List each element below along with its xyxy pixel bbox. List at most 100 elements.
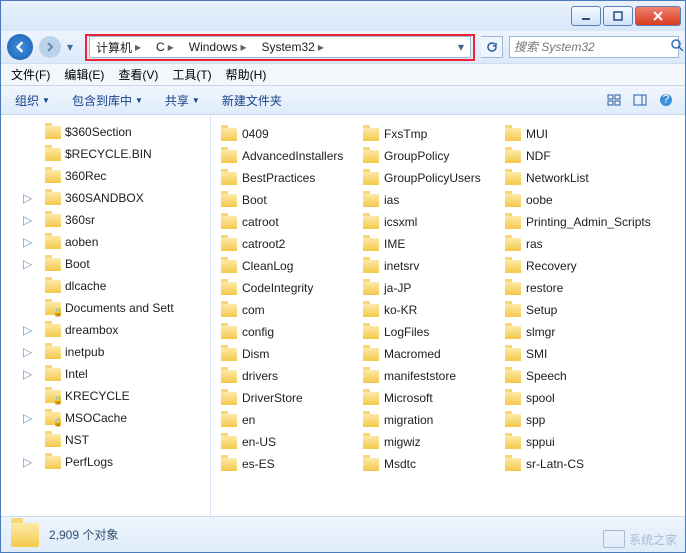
file-item[interactable]: Speech xyxy=(499,365,641,387)
tree-item[interactable]: ▷PerfLogs xyxy=(1,451,210,473)
file-item[interactable]: icsxml xyxy=(357,211,499,233)
tree-item[interactable]: $RECYCLE.BIN xyxy=(1,143,210,165)
file-item[interactable]: en xyxy=(215,409,357,431)
file-item[interactable]: LogFiles xyxy=(357,321,499,343)
menu-view[interactable]: 查看(V) xyxy=(112,64,164,85)
tree-item[interactable]: ▷360SANDBOX xyxy=(1,187,210,209)
file-item[interactable]: oobe xyxy=(499,189,641,211)
menu-tools[interactable]: 工具(T) xyxy=(166,64,217,85)
file-item[interactable]: catroot2 xyxy=(215,233,357,255)
back-button[interactable] xyxy=(7,34,33,60)
file-item[interactable]: Microsoft xyxy=(357,387,499,409)
share-button[interactable]: 共享 ▼ xyxy=(157,89,208,112)
expand-icon[interactable]: ▷ xyxy=(23,411,35,425)
forward-button[interactable] xyxy=(39,36,61,58)
file-item[interactable]: 0409 xyxy=(215,123,357,145)
file-item[interactable]: AdvancedInstallers xyxy=(215,145,357,167)
file-item[interactable]: DriverStore xyxy=(215,387,357,409)
organize-button[interactable]: 组织 ▼ xyxy=(7,89,58,112)
file-item[interactable]: migration xyxy=(357,409,499,431)
tree-item[interactable]: ▷inetpub xyxy=(1,341,210,363)
file-item[interactable]: NDF xyxy=(499,145,641,167)
search-icon[interactable] xyxy=(671,39,684,55)
file-item[interactable]: BestPractices xyxy=(215,167,357,189)
file-list[interactable]: 0409AdvancedInstallersBestPracticesBootc… xyxy=(211,115,685,516)
file-item[interactable]: inetsrv xyxy=(357,255,499,277)
crumb-system32[interactable]: System32▸ xyxy=(255,37,332,57)
tree-item[interactable]: 360Rec xyxy=(1,165,210,187)
file-item[interactable]: manifeststore xyxy=(357,365,499,387)
file-item[interactable]: Macromed xyxy=(357,343,499,365)
file-item[interactable]: slmgr xyxy=(499,321,641,343)
file-item[interactable]: restore xyxy=(499,277,641,299)
expand-icon[interactable]: ▷ xyxy=(23,235,35,249)
file-item[interactable]: drivers xyxy=(215,365,357,387)
close-button[interactable] xyxy=(635,6,681,26)
file-item[interactable]: ja-JP xyxy=(357,277,499,299)
crumb-computer[interactable]: 计算机▸ xyxy=(90,37,150,57)
file-item[interactable]: catroot xyxy=(215,211,357,233)
tree-item[interactable]: dlcache xyxy=(1,275,210,297)
file-item[interactable]: en-US xyxy=(215,431,357,453)
expand-icon[interactable]: ▷ xyxy=(23,213,35,227)
tree-item[interactable]: ▷360sr xyxy=(1,209,210,231)
minimize-button[interactable] xyxy=(571,6,601,26)
tree-item[interactable]: ▷Intel xyxy=(1,363,210,385)
expand-icon[interactable]: ▷ xyxy=(23,191,35,205)
crumb-c[interactable]: C▸ xyxy=(150,37,183,57)
tree-item[interactable]: Documents and Sett xyxy=(1,297,210,319)
file-item[interactable]: CleanLog xyxy=(215,255,357,277)
file-item[interactable]: Setup xyxy=(499,299,641,321)
file-item[interactable]: sppui xyxy=(499,431,641,453)
file-item[interactable]: sr-Latn-CS xyxy=(499,453,641,475)
address-bar[interactable]: 计算机▸ C▸ Windows▸ System32▸ ▾ xyxy=(89,36,471,58)
file-item[interactable]: GroupPolicy xyxy=(357,145,499,167)
view-options-button[interactable] xyxy=(601,89,627,111)
file-item[interactable]: Dism xyxy=(215,343,357,365)
tree-item[interactable]: ▷MSOCache xyxy=(1,407,210,429)
tree-item[interactable]: ▷aoben xyxy=(1,231,210,253)
file-item[interactable]: SMI xyxy=(499,343,641,365)
tree-item[interactable]: NST xyxy=(1,429,210,451)
file-item[interactable]: IME xyxy=(357,233,499,255)
crumb-windows[interactable]: Windows▸ xyxy=(183,37,256,57)
tree-item[interactable]: KRECYCLE xyxy=(1,385,210,407)
file-item[interactable]: es-ES xyxy=(215,453,357,475)
refresh-button[interactable] xyxy=(481,36,503,58)
tree-item[interactable]: ▷Boot xyxy=(1,253,210,275)
address-dropdown[interactable]: ▾ xyxy=(452,40,470,54)
file-item[interactable]: com xyxy=(215,299,357,321)
file-item[interactable]: Recovery xyxy=(499,255,641,277)
file-item[interactable]: ias xyxy=(357,189,499,211)
menu-file[interactable]: 文件(F) xyxy=(5,64,56,85)
menu-help[interactable]: 帮助(H) xyxy=(220,64,273,85)
expand-icon[interactable]: ▷ xyxy=(23,323,35,337)
newfolder-button[interactable]: 新建文件夹 xyxy=(214,89,290,112)
search-box[interactable] xyxy=(509,36,679,58)
preview-pane-button[interactable] xyxy=(627,89,653,111)
expand-icon[interactable]: ▷ xyxy=(23,367,35,381)
include-button[interactable]: 包含到库中 ▼ xyxy=(64,89,151,112)
file-item[interactable]: migwiz xyxy=(357,431,499,453)
file-item[interactable]: MUI xyxy=(499,123,641,145)
tree-item[interactable]: $360Section xyxy=(1,121,210,143)
file-item[interactable]: FxsTmp xyxy=(357,123,499,145)
history-dropdown[interactable]: ▾ xyxy=(67,40,79,54)
file-item[interactable]: spp xyxy=(499,409,641,431)
tree-item[interactable]: ▷dreambox xyxy=(1,319,210,341)
file-item[interactable]: Boot xyxy=(215,189,357,211)
search-input[interactable] xyxy=(514,40,671,54)
file-item[interactable]: ras xyxy=(499,233,641,255)
file-item[interactable]: config xyxy=(215,321,357,343)
folder-tree[interactable]: $360Section$RECYCLE.BIN360Rec▷360SANDBOX… xyxy=(1,115,211,516)
maximize-button[interactable] xyxy=(603,6,633,26)
file-item[interactable]: Msdtc xyxy=(357,453,499,475)
menu-edit[interactable]: 编辑(E) xyxy=(58,64,110,85)
help-icon[interactable]: ? xyxy=(653,89,679,111)
expand-icon[interactable]: ▷ xyxy=(23,257,35,271)
file-item[interactable]: GroupPolicyUsers xyxy=(357,167,499,189)
expand-icon[interactable]: ▷ xyxy=(23,345,35,359)
file-item[interactable]: NetworkList xyxy=(499,167,641,189)
file-item[interactable]: CodeIntegrity xyxy=(215,277,357,299)
file-item[interactable]: spool xyxy=(499,387,641,409)
